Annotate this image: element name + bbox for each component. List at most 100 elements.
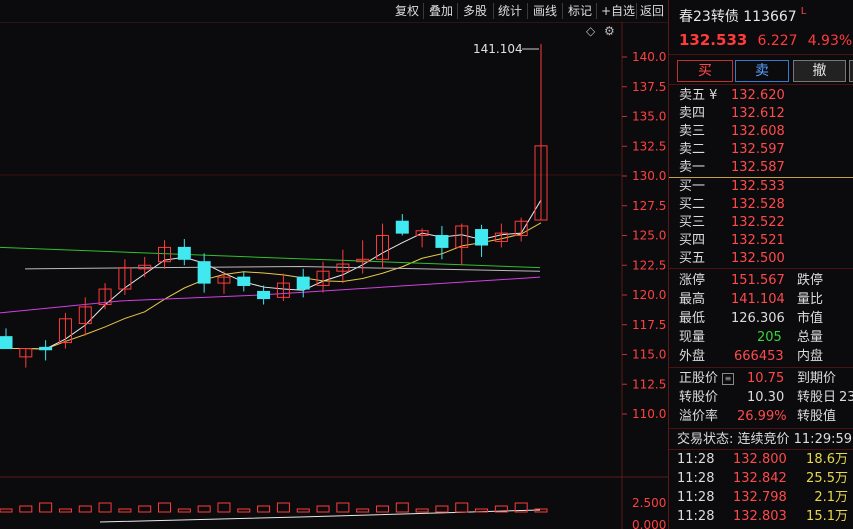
more-button[interactable]: [849, 60, 853, 82]
bid-level-label: 买五: [679, 251, 706, 266]
volume-bar: [276, 502, 290, 513]
chart-toolbar: 复权 叠加 多股 统计 画线 标记 +自选 返回: [0, 0, 668, 22]
tick-volume: 15.1万: [806, 509, 848, 524]
low-value: 126.306: [731, 311, 785, 326]
tick-row: 11:28 132.842 25.5万: [669, 470, 853, 488]
toolbar-divider: [457, 3, 458, 19]
ask-row[interactable]: 卖三 132.608: [669, 123, 853, 141]
stock-price-icon[interactable]: ≡: [722, 373, 734, 385]
bid-level-label: 买一: [679, 179, 706, 194]
candle-body: [39, 346, 53, 351]
kline-svg: 140.0 137.5 135.0 132.5 130.0 127.5 125.0 122.5…: [0, 22, 668, 529]
peak-price-label: 141.104: [473, 42, 523, 56]
toolbar-divider: [423, 3, 424, 19]
volume-bar: [39, 502, 53, 513]
bid-row[interactable]: 买一 132.533: [669, 178, 853, 196]
buy-button[interactable]: 买: [677, 60, 733, 82]
last-price: 132.533: [679, 31, 748, 49]
toolbar-draw-line[interactable]: 画线: [533, 2, 557, 20]
volume-bar: [78, 505, 92, 513]
ask-row[interactable]: 卖四 132.612: [669, 105, 853, 123]
volume-bar: [455, 502, 469, 513]
y-axis-label: 132.5: [632, 139, 666, 153]
volume-bar: [118, 508, 132, 513]
volume-ratio-label: 量比: [797, 292, 824, 307]
ask-row[interactable]: 卖二 132.597: [669, 141, 853, 159]
toolbar-statistics[interactable]: 统计: [498, 2, 522, 20]
divider: [669, 449, 853, 450]
ask-price: 132.587: [731, 160, 785, 175]
volume-bar: [435, 505, 449, 513]
ask-level-label: 卖五 ¥: [679, 88, 718, 103]
premium-rate-value: 26.99%: [737, 409, 787, 424]
total-volume-label: 总量: [797, 330, 824, 345]
volume-bar: [375, 505, 389, 513]
ask-price: 132.620: [731, 88, 785, 103]
outer-volume-label: 外盘: [679, 349, 706, 364]
conversion-date-label: 转股日: [797, 390, 837, 405]
stock-price-label: 正股价: [679, 371, 719, 386]
sell-button[interactable]: 卖: [735, 60, 789, 82]
security-title: 春23转债 113667 L: [679, 6, 806, 26]
toolbar-mark[interactable]: 标记: [568, 2, 592, 20]
toolbar-overlay[interactable]: 叠加: [429, 2, 453, 20]
tick-time: 11:28: [677, 509, 715, 524]
divider: [669, 268, 853, 269]
candle-body: [257, 290, 271, 300]
diamond-icon[interactable]: ◇: [586, 24, 595, 38]
bid-row[interactable]: 买三 132.522: [669, 214, 853, 232]
ask-row[interactable]: 卖五 ¥ 132.620: [669, 87, 853, 105]
toolbar-add-watchlist[interactable]: +自选: [601, 2, 635, 20]
bid-row[interactable]: 买二 132.528: [669, 196, 853, 214]
bid-level-label: 买四: [679, 233, 706, 248]
volume-bar: [395, 502, 409, 513]
toolbar-back[interactable]: 返回: [640, 2, 664, 20]
listing-flag: L: [800, 6, 807, 17]
ask-level-label: 卖一: [679, 160, 706, 175]
cancel-order-button[interactable]: 撤: [793, 60, 846, 82]
ask-row[interactable]: 卖一 132.587: [669, 159, 853, 177]
toolbar-multi-stock[interactable]: 多股: [463, 2, 487, 20]
bid-level-label: 买二: [679, 197, 706, 212]
bid-level-label: 买三: [679, 215, 706, 230]
candle-body: [435, 235, 449, 248]
volume-axis-label: 0.000: [632, 518, 666, 529]
moving-average-line: [24, 265, 541, 272]
tick-volume: 25.5万: [806, 471, 848, 486]
limit-up-value: 151.567: [731, 273, 785, 288]
candle-body: [177, 246, 191, 260]
candle-body: [296, 276, 310, 290]
high-value: 141.104: [731, 292, 785, 307]
tick-row: 11:28 132.803 15.1万: [669, 508, 853, 526]
bid-row[interactable]: 买四 132.521: [669, 232, 853, 250]
ask-price: 132.608: [731, 124, 785, 139]
volume-bar: [415, 508, 429, 513]
candle-body: [0, 336, 13, 350]
tick-price: 132.842: [733, 471, 787, 486]
ask-level-label: 卖四: [679, 106, 706, 121]
y-axis-label: 125.0: [632, 229, 666, 243]
candle-body: [475, 229, 489, 246]
kline-chart[interactable]: 140.0 137.5 135.0 132.5 130.0 127.5 125.0 122.5…: [0, 22, 668, 529]
bid-row[interactable]: 买五 132.500: [669, 250, 853, 268]
toolbar-divider: [596, 3, 597, 19]
volume-bar: [138, 505, 152, 513]
volume-bar: [177, 508, 191, 513]
ask-price: 132.612: [731, 106, 785, 121]
tick-volume: 2.1万: [814, 490, 848, 505]
volume-bar: [475, 508, 489, 513]
volume-axis-label: 2.500: [632, 496, 666, 510]
stock-price-value: 10.75: [747, 371, 785, 386]
tick-time: 11:28: [677, 452, 715, 467]
current-volume-value: 205: [757, 330, 782, 345]
candle-body: [197, 261, 211, 284]
volume-bar: [19, 505, 33, 513]
settings-icon[interactable]: ⚙: [604, 24, 615, 38]
bid-price: 132.500: [731, 251, 785, 266]
toolbar-restore-rights[interactable]: 复权: [395, 2, 419, 20]
maturity-price-label: 到期价: [797, 371, 837, 386]
moving-average-line: [6, 222, 542, 350]
volume-bar: [336, 502, 350, 513]
tick-time: 11:28: [677, 471, 715, 486]
tick-row: 11:28 132.798 2.1万: [669, 489, 853, 507]
